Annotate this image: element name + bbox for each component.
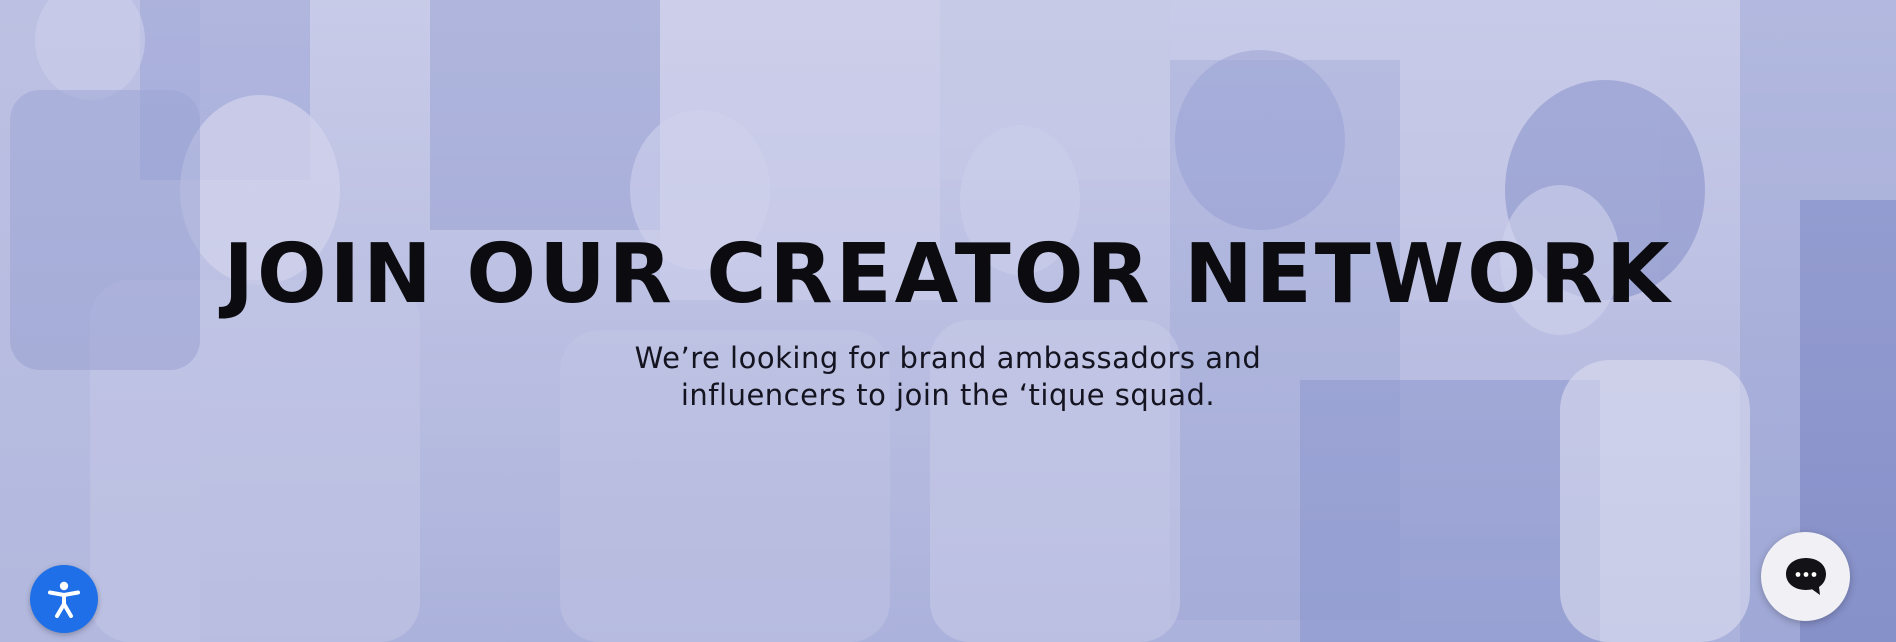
accessibility-button[interactable] [30, 565, 98, 633]
hero-subtitle-line-2: influencers to join the ‘tique squad. [680, 378, 1216, 412]
chat-button[interactable] [1761, 532, 1850, 621]
hero-banner: JOIN OUR CREATOR NETWORK We’re looking f… [0, 0, 1896, 642]
hero-subtitle: We’re looking for brand ambassadors and … [598, 340, 1298, 414]
hero-headline: JOIN OUR CREATOR NETWORK [223, 227, 1673, 322]
chat-bubble-icon [1785, 557, 1826, 595]
hero-subtitle-line-1: We’re looking for brand ambassadors and [634, 341, 1262, 375]
accessibility-person-icon [48, 581, 80, 618]
